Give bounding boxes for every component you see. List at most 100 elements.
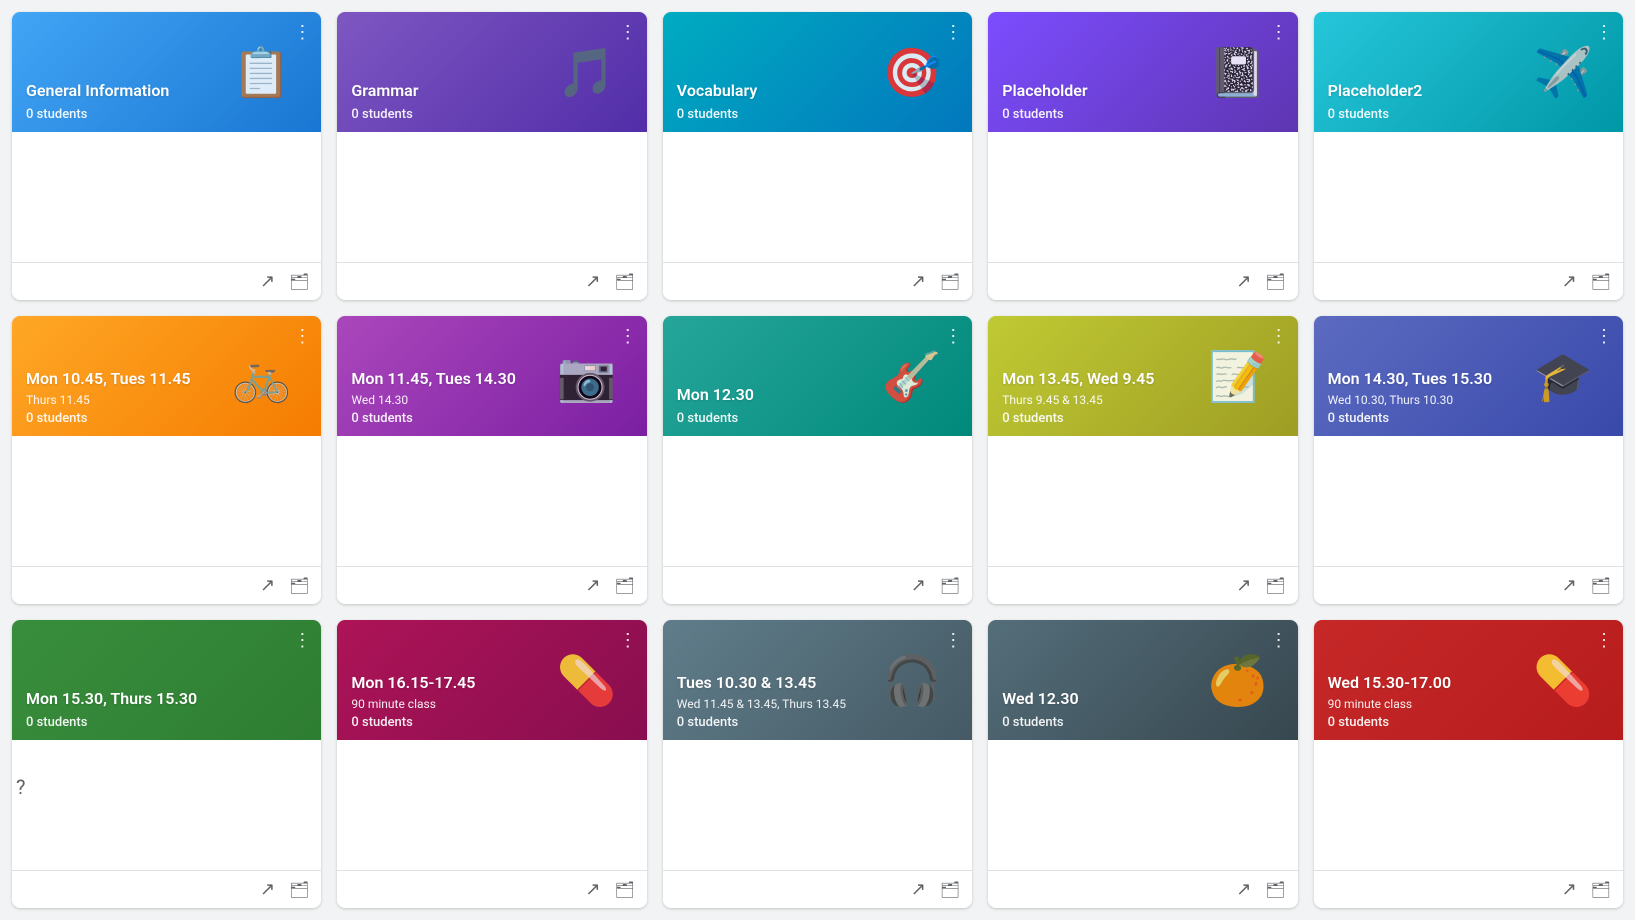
- card-menu-icon[interactable]: ⋮: [293, 22, 311, 43]
- card-menu-icon[interactable]: ⋮: [619, 22, 637, 43]
- chart-icon[interactable]: ↗: [1562, 575, 1577, 596]
- folder-icon[interactable]: 🗂: [289, 576, 309, 595]
- card-menu-icon[interactable]: ⋮: [1595, 22, 1613, 43]
- card-wed-1230[interactable]: ⋮ 🍊 Wed 12.30 0 students ↗ 🗂: [988, 620, 1297, 908]
- folder-icon[interactable]: 🗂: [614, 272, 634, 291]
- card-students: 0 students: [26, 411, 307, 426]
- card-header-mon-1345-wed-945: ⋮ 📝 Mon 13.45, Wed 9.45 Thurs 9.45 & 13.…: [988, 316, 1297, 436]
- folder-icon[interactable]: 🗂: [1265, 576, 1285, 595]
- folder-icon[interactable]: 🗂: [1591, 880, 1611, 899]
- card-menu-icon[interactable]: ⋮: [1595, 630, 1613, 651]
- card-placeholder2[interactable]: ⋮ ✈️ Placeholder2 0 students ↗ 🗂: [1314, 12, 1623, 300]
- card-mon-1145-tues-1430[interactable]: ⋮ 📷 Mon 11.45, Tues 14.30 Wed 14.30 0 st…: [337, 316, 646, 604]
- card-title: Grammar: [351, 81, 632, 101]
- folder-icon[interactable]: 🗂: [940, 272, 960, 291]
- card-body: [663, 436, 972, 566]
- card-vocabulary[interactable]: ⋮ 🎯 Vocabulary 0 students ↗ 🗂: [663, 12, 972, 300]
- card-body: [663, 132, 972, 262]
- card-header-mon-1230: ⋮ 🎸 Mon 12.30 0 students: [663, 316, 972, 436]
- chart-icon[interactable]: ↗: [260, 879, 275, 900]
- card-students: 0 students: [351, 715, 632, 730]
- card-students: 0 students: [1002, 715, 1283, 730]
- card-menu-icon[interactable]: ⋮: [619, 326, 637, 347]
- card-menu-icon[interactable]: ⋮: [1595, 326, 1613, 347]
- chart-icon[interactable]: ↗: [585, 879, 600, 900]
- card-tues-1030-1345[interactable]: ⋮ 🎧 Tues 10.30 & 13.45 Wed 11.45 & 13.45…: [663, 620, 972, 908]
- card-mon-1345-wed-945[interactable]: ⋮ 📝 Mon 13.45, Wed 9.45 Thurs 9.45 & 13.…: [988, 316, 1297, 604]
- card-menu-icon[interactable]: ⋮: [944, 630, 962, 651]
- card-students: 0 students: [26, 107, 307, 122]
- chart-icon[interactable]: ↗: [1236, 879, 1251, 900]
- chart-icon[interactable]: ↗: [585, 271, 600, 292]
- card-mon-1045-tues-1145[interactable]: ⋮ 🚲 Mon 10.45, Tues 11.45 Thurs 11.45 0 …: [12, 316, 321, 604]
- help-button[interactable]: ?: [16, 775, 25, 799]
- folder-icon[interactable]: 🗂: [289, 272, 309, 291]
- card-menu-icon[interactable]: ⋮: [1270, 630, 1288, 651]
- folder-icon[interactable]: 🗂: [1265, 272, 1285, 291]
- card-title: Mon 10.45, Tues 11.45: [26, 369, 307, 389]
- card-mon-1530-thurs-1530[interactable]: ⋮ Mon 15.30, Thurs 15.30 0 students ↗ 🗂: [12, 620, 321, 908]
- card-menu-icon[interactable]: ⋮: [944, 326, 962, 347]
- folder-icon[interactable]: 🗂: [614, 576, 634, 595]
- card-menu-icon[interactable]: ⋮: [293, 630, 311, 651]
- card-body: [12, 132, 321, 262]
- card-header-placeholder: ⋮ 📓 Placeholder 0 students: [988, 12, 1297, 132]
- folder-icon[interactable]: 🗂: [940, 880, 960, 899]
- card-footer: ↗ 🗂: [12, 262, 321, 300]
- card-mon-1615-1745[interactable]: ⋮ 💊 Mon 16.15-17.45 90 minute class 0 st…: [337, 620, 646, 908]
- card-subtitle: Thurs 11.45: [26, 393, 307, 409]
- card-title: Mon 12.30: [677, 385, 958, 405]
- chart-icon[interactable]: ↗: [1236, 271, 1251, 292]
- folder-icon[interactable]: 🗂: [940, 576, 960, 595]
- card-menu-icon[interactable]: ⋮: [944, 22, 962, 43]
- card-grammar[interactable]: ⋮ 🎵 Grammar 0 students ↗ 🗂: [337, 12, 646, 300]
- folder-icon[interactable]: 🗂: [289, 880, 309, 899]
- card-menu-icon[interactable]: ⋮: [1270, 22, 1288, 43]
- card-footer: ↗ 🗂: [337, 566, 646, 604]
- card-body: [988, 740, 1297, 870]
- card-header-placeholder2: ⋮ ✈️ Placeholder2 0 students: [1314, 12, 1623, 132]
- chart-icon[interactable]: ↗: [911, 271, 926, 292]
- card-students: 0 students: [1002, 411, 1283, 426]
- folder-icon[interactable]: 🗂: [1591, 576, 1611, 595]
- folder-icon[interactable]: 🗂: [1265, 880, 1285, 899]
- card-footer: ↗ 🗂: [988, 870, 1297, 908]
- cards-grid: ⋮ 📋 General Information 0 students ↗ 🗂 ⋮…: [12, 12, 1623, 908]
- folder-icon[interactable]: 🗂: [614, 880, 634, 899]
- card-menu-icon[interactable]: ⋮: [619, 630, 637, 651]
- card-mon-1230[interactable]: ⋮ 🎸 Mon 12.30 0 students ↗ 🗂: [663, 316, 972, 604]
- card-menu-icon[interactable]: ⋮: [1270, 326, 1288, 347]
- chart-icon[interactable]: ↗: [911, 879, 926, 900]
- card-header-mon-1530-thurs-1530: ⋮ Mon 15.30, Thurs 15.30 0 students: [12, 620, 321, 740]
- card-header-mon-1615-1745: ⋮ 💊 Mon 16.15-17.45 90 minute class 0 st…: [337, 620, 646, 740]
- card-students: 0 students: [677, 411, 958, 426]
- card-placeholder[interactable]: ⋮ 📓 Placeholder 0 students ↗ 🗂: [988, 12, 1297, 300]
- card-subtitle: Wed 14.30: [351, 393, 632, 409]
- chart-icon[interactable]: ↗: [260, 271, 275, 292]
- card-body: [663, 740, 972, 870]
- card-footer: ↗ 🗂: [663, 870, 972, 908]
- card-body: [12, 436, 321, 566]
- chart-icon[interactable]: ↗: [1562, 271, 1577, 292]
- chart-icon[interactable]: ↗: [1562, 879, 1577, 900]
- card-footer: ↗ 🗂: [988, 566, 1297, 604]
- card-students: 0 students: [351, 411, 632, 426]
- card-mon-1430-tues-1530[interactable]: ⋮ 🎓 Mon 14.30, Tues 15.30 Wed 10.30, Thu…: [1314, 316, 1623, 604]
- chart-icon[interactable]: ↗: [585, 575, 600, 596]
- card-header-tues-1030-1345: ⋮ 🎧 Tues 10.30 & 13.45 Wed 11.45 & 13.45…: [663, 620, 972, 740]
- card-title: General Information: [26, 81, 307, 101]
- folder-icon[interactable]: 🗂: [1591, 272, 1611, 291]
- card-subtitle: Thurs 9.45 & 13.45: [1002, 393, 1283, 409]
- card-wed-1530-1700[interactable]: ⋮ 💊 Wed 15.30-17.00 90 minute class 0 st…: [1314, 620, 1623, 908]
- card-general-information[interactable]: ⋮ 📋 General Information 0 students ↗ 🗂: [12, 12, 321, 300]
- card-menu-icon[interactable]: ⋮: [293, 326, 311, 347]
- card-subtitle: 90 minute class: [351, 697, 632, 713]
- card-footer: ↗ 🗂: [1314, 262, 1623, 300]
- chart-icon[interactable]: ↗: [260, 575, 275, 596]
- card-title: Vocabulary: [677, 81, 958, 101]
- card-footer: ↗ 🗂: [337, 870, 646, 908]
- chart-icon[interactable]: ↗: [911, 575, 926, 596]
- card-header-wed-1530-1700: ⋮ 💊 Wed 15.30-17.00 90 minute class 0 st…: [1314, 620, 1623, 740]
- card-students: 0 students: [1328, 107, 1609, 122]
- chart-icon[interactable]: ↗: [1236, 575, 1251, 596]
